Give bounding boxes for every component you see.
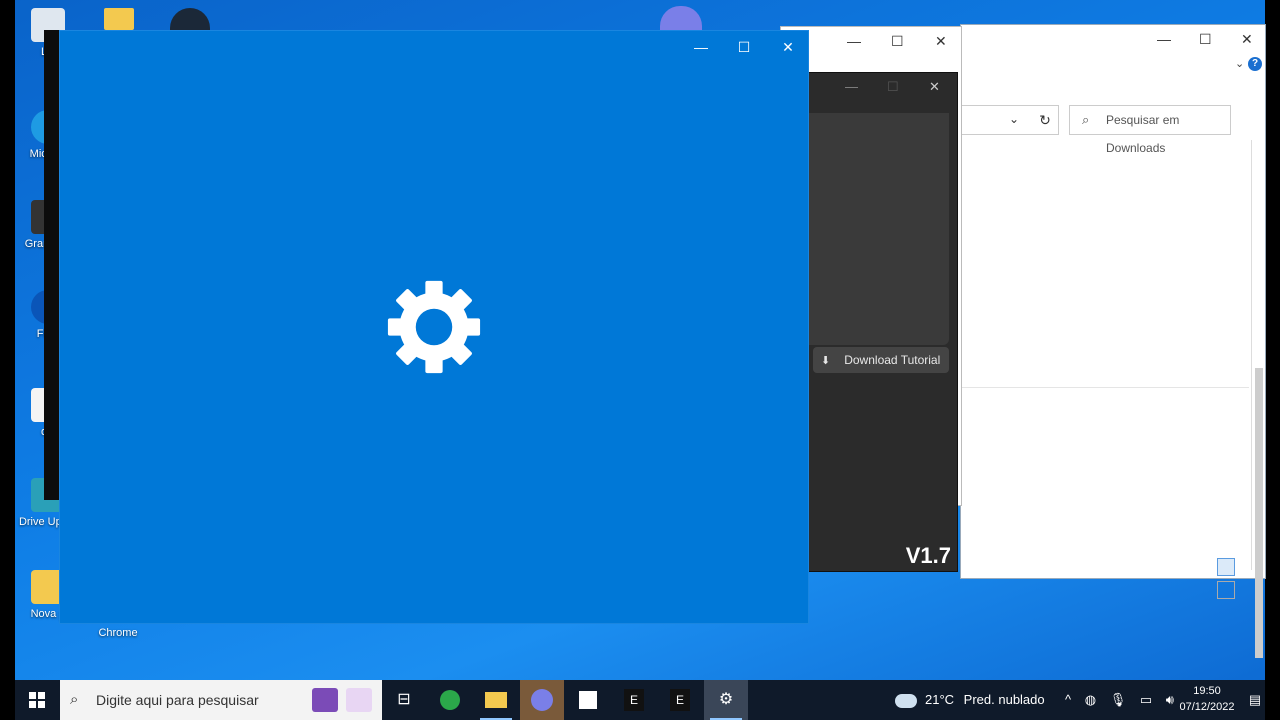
details-view-icon[interactable] — [1217, 558, 1235, 576]
chevron-down-icon[interactable]: ⌄ — [1235, 57, 1244, 70]
chevron-down-icon[interactable]: ⌄ — [1009, 112, 1019, 126]
epic-games-taskbar-icon-2[interactable]: E — [658, 680, 702, 720]
cloud-icon — [895, 693, 917, 708]
task-view-icon[interactable]: ⊟ — [382, 680, 426, 720]
search-placeholder: Pesquisar em Downloads — [1106, 113, 1180, 155]
epic-games-taskbar-icon[interactable]: E — [612, 680, 656, 720]
gear-icon — [387, 280, 481, 374]
taskbar-search-placeholder: Digite aqui para pesquisar — [96, 692, 259, 708]
start-button[interactable] — [15, 680, 59, 720]
windows-icon — [29, 692, 45, 708]
letterbox-right — [1265, 0, 1280, 720]
close-icon[interactable]: ✕ — [935, 33, 947, 50]
minimize-button[interactable]: — — [679, 31, 723, 63]
scrollbar[interactable] — [1251, 140, 1265, 658]
maximize-button[interactable]: ☐ — [722, 31, 766, 63]
minimize-icon[interactable]: — — [1157, 31, 1171, 47]
search-input[interactable]: ⌕ Pesquisar em Downloads — [1069, 105, 1231, 155]
system-tray[interactable]: ^ ◍ 🎙︎ ▭ 🔊︎ — [1065, 680, 1174, 720]
chevron-up-icon[interactable]: ^ — [1065, 692, 1071, 707]
download-label: Download Tutorial — [844, 353, 941, 367]
taskbar: ⌕ Digite aqui para pesquisar ⊟ E E ⚙ 21°… — [15, 680, 1265, 720]
weather-temp: 21°C — [925, 692, 955, 707]
taskbar-search-input[interactable]: ⌕ Digite aqui para pesquisar — [60, 680, 382, 720]
file-explorer-window[interactable]: — ☐ ✕ ⌄ ? ⌄ ↻ ⌕ Pesquisar em Downloads — [960, 24, 1266, 658]
desktop-icon-folder-top[interactable] — [104, 8, 134, 30]
view-toggles[interactable] — [1217, 558, 1257, 599]
close-icon[interactable]: ✕ — [1241, 31, 1253, 48]
clock[interactable]: 19:50 07/12/2022 — [1175, 683, 1239, 715]
network-icon[interactable]: ▭ — [1140, 692, 1152, 707]
letterbox-left — [0, 0, 15, 720]
weather-desc: Pred. nublado — [963, 692, 1045, 707]
download-tutorial-button[interactable]: ⬇ Download Tutorial — [813, 347, 949, 373]
title-bar[interactable]: — ☐ ✕ — [60, 31, 808, 63]
help-icon[interactable]: ? — [1248, 57, 1262, 71]
desktop-icon-label: Chrome — [98, 627, 138, 639]
settings-taskbar-icon[interactable]: ⚙ — [704, 680, 748, 720]
search-icon: ⌕ — [1082, 112, 1090, 127]
weather-widget[interactable]: 21°C Pred. nublado — [895, 680, 1045, 720]
version-label: V1.7 — [905, 543, 951, 568]
edge-taskbar-icon[interactable] — [428, 680, 472, 720]
maximize-icon[interactable]: ☐ — [1199, 31, 1212, 48]
scrollbar-thumb[interactable] — [1255, 368, 1263, 658]
settings-splash-window[interactable]: — ☐ ✕ — [59, 30, 809, 624]
steam-icon[interactable] — [170, 8, 210, 32]
minimize-icon[interactable]: — — [847, 33, 861, 49]
close-button[interactable]: ✕ — [766, 31, 810, 63]
tutorial-app-window[interactable]: — ☐ ✕ ⬇ Download Tutorial V1.7 — [808, 72, 958, 572]
download-icon: ⬇ — [821, 355, 831, 367]
discord-icon[interactable] — [660, 6, 702, 32]
search-highlight-icon-2 — [346, 688, 372, 712]
maximize-icon[interactable]: ☐ — [887, 79, 899, 95]
maximize-icon[interactable]: ☐ — [891, 33, 904, 50]
clock-date: 07/12/2022 — [1179, 701, 1235, 713]
search-highlight-icon — [312, 688, 338, 712]
clock-time: 19:50 — [1193, 685, 1221, 697]
discord-taskbar-icon[interactable] — [520, 680, 564, 720]
refresh-icon[interactable]: ↻ — [1031, 105, 1059, 135]
close-icon[interactable]: ✕ — [929, 79, 940, 95]
large-icons-view-icon[interactable] — [1217, 581, 1235, 599]
app-taskbar-icon[interactable] — [566, 680, 610, 720]
search-icon: ⌕ — [70, 691, 79, 708]
microphone-icon[interactable]: 🎙︎ — [1110, 692, 1127, 707]
file-explorer-taskbar-icon[interactable] — [474, 680, 518, 720]
divider — [961, 387, 1249, 388]
content-panel — [809, 113, 949, 345]
minimize-icon[interactable]: — — [845, 79, 858, 94]
meet-icon[interactable]: ◍ — [1085, 692, 1096, 707]
notification-icon[interactable]: ▤ — [1245, 680, 1265, 720]
volume-icon[interactable]: 🔊︎ — [1166, 692, 1174, 707]
